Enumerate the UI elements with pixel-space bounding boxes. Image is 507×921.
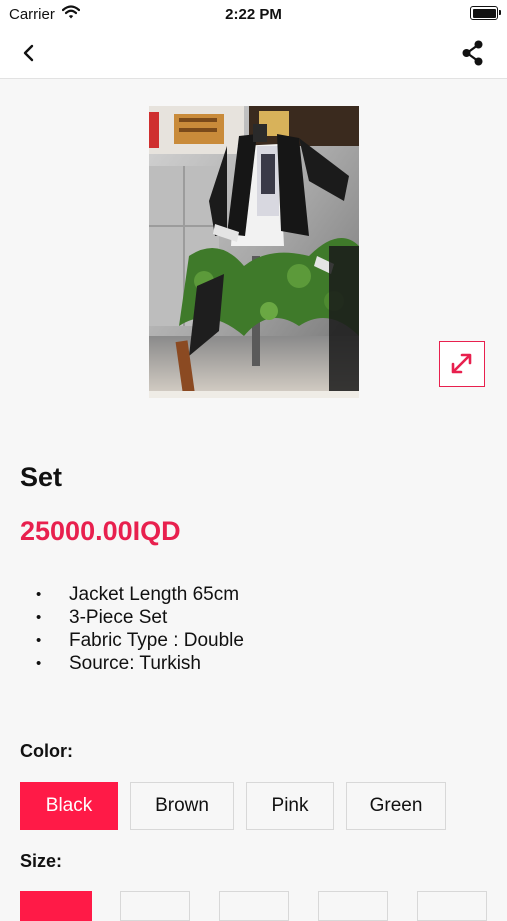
color-option-green[interactable]: Green: [346, 782, 446, 830]
chevron-left-icon: [23, 44, 34, 62]
share-icon: [462, 40, 483, 66]
product-price: 25000.00IQD: [20, 516, 181, 546]
description-item: Source: Turkish: [36, 652, 244, 675]
product-image[interactable]: [149, 106, 359, 398]
battery-icon: [470, 6, 501, 20]
size-label: Size:: [20, 851, 63, 871]
clock: 2:22 PM: [225, 6, 282, 23]
product-description-list: Jacket Length 65cm 3-Piece Set Fabric Ty…: [36, 583, 244, 675]
color-label: Color:: [20, 741, 73, 761]
share-button[interactable]: [457, 38, 489, 68]
expand-image-button[interactable]: [439, 341, 485, 387]
description-item: Fabric Type : Double: [36, 629, 244, 652]
expand-arrows-icon: [451, 353, 472, 374]
description-item: 3-Piece Set: [36, 606, 244, 629]
size-option[interactable]: [219, 891, 289, 921]
size-option[interactable]: [417, 891, 487, 921]
product-title: Set: [20, 462, 63, 492]
size-option[interactable]: [120, 891, 190, 921]
size-option[interactable]: [318, 891, 388, 921]
description-item: Jacket Length 65cm: [36, 583, 244, 606]
status-bar: Carrier 2:22 PM: [0, 0, 507, 28]
color-option-pink[interactable]: Pink: [246, 782, 334, 830]
navigation-bar: [0, 28, 507, 79]
color-option-black[interactable]: Black: [20, 782, 118, 830]
size-option[interactable]: [20, 891, 92, 921]
color-option-brown[interactable]: Brown: [130, 782, 234, 830]
back-button[interactable]: [14, 38, 46, 68]
